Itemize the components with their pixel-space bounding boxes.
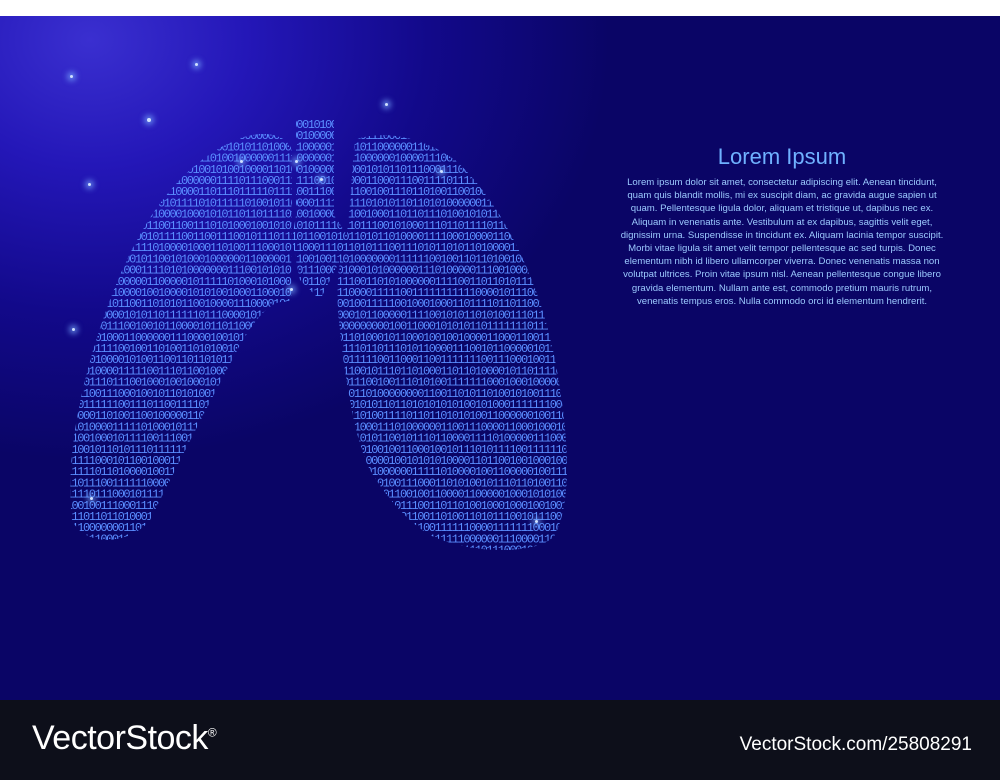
illustration-canvas: 0100010110011000101000110010011001001001… [0,0,1000,700]
text-block: Lorem Ipsum Lorem ipsum dolor sit amet, … [618,144,946,308]
sparkle-dot [147,118,151,122]
sparkle-dot [320,178,323,181]
registered-mark: ® [207,725,217,740]
top-strip [0,0,1000,16]
binary-digit-row: 1000001010110111001010010101110011001010… [60,544,580,558]
vectorstock-logo: VectorStock® [32,719,217,758]
sparkle-dot [385,103,388,106]
sparkle-dot [195,63,198,66]
sparkle-dot [295,160,298,163]
sparkle-dot [440,170,443,173]
sparkle-dot [72,328,75,331]
sparkle-dot [70,75,73,78]
footer-bar: VectorStock® VectorStock.com/25808291 [0,700,1000,780]
heading: Lorem Ipsum [717,144,847,169]
sparkle-dot [290,288,293,291]
sparkle-dot [240,160,243,163]
sparkle-dot [90,497,93,500]
binary-lungs-illustration: 0100010110011000101000110010011001001001… [60,118,580,558]
body-paragraph: Lorem ipsum dolor sit amet, consectetur … [620,177,944,307]
sparkle-dot [535,520,538,523]
image-id-text: VectorStock.com/25808291 [739,734,972,755]
sparkle-dot [88,183,91,186]
logo-text: VectorStock [32,719,208,757]
